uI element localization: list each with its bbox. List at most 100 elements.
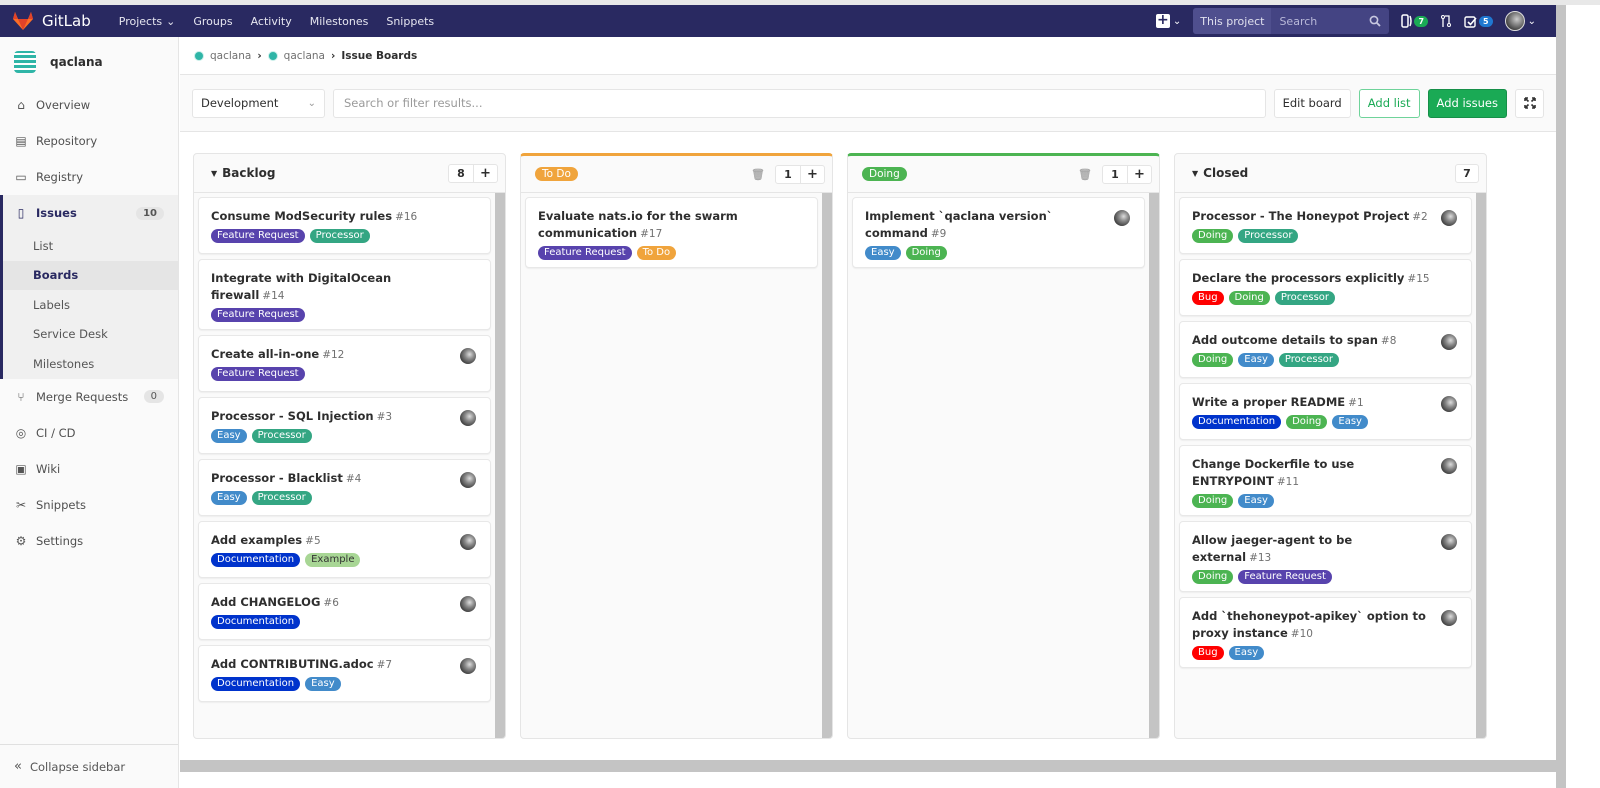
label-feature-request[interactable]: Feature Request — [211, 367, 305, 381]
label-processor[interactable]: Processor — [1238, 229, 1299, 243]
nav-groups[interactable]: Groups — [193, 15, 232, 28]
user-menu[interactable]: ⌄ — [1504, 11, 1536, 31]
assignee-avatar[interactable] — [1441, 210, 1457, 226]
issue-card[interactable]: Change Dockerfile to use ENTRYPOINT #11 Do… — [1179, 445, 1472, 516]
add-issue-plus-icon[interactable]: + — [800, 165, 824, 183]
issue-card[interactable]: Write a proper README #1 Documentation Doin… — [1179, 383, 1472, 440]
assignee-avatar[interactable] — [1441, 396, 1457, 412]
assignee-avatar[interactable] — [1441, 534, 1457, 550]
filter-search-input[interactable]: Search or filter results... — [333, 88, 1266, 118]
sidebar-project[interactable]: qaclana — [0, 37, 178, 87]
sidebar-sub-list[interactable]: List — [3, 231, 178, 261]
board-selector[interactable]: Development ⌄ — [192, 88, 325, 118]
assignee-avatar[interactable] — [460, 534, 476, 550]
caret-down-icon[interactable]: ▼ — [1192, 169, 1198, 178]
issues-shortcut[interactable]: 7 — [1401, 14, 1429, 28]
sidebar-item-issues[interactable]: ▯ Issues 10 — [3, 195, 178, 231]
label-documentation[interactable]: Documentation — [211, 553, 301, 567]
assignee-avatar[interactable] — [1441, 610, 1457, 626]
list-header[interactable]: ▼ Closed 7 — [1175, 154, 1486, 193]
label-feature-request[interactable]: Feature Request — [1238, 570, 1332, 584]
label-feature-request[interactable]: Feature Request — [538, 246, 632, 260]
label-easy[interactable]: Easy — [1332, 415, 1368, 429]
issue-title[interactable]: Change Dockerfile to use ENTRYPOINT — [1192, 457, 1354, 488]
issue-title[interactable]: Add examples — [211, 533, 302, 547]
label-documentation[interactable]: Documentation — [1192, 415, 1282, 429]
issue-card[interactable]: Create all-in-one #12 Feature Request — [198, 335, 491, 392]
list-header[interactable]: Doing 🗑 1 + — [848, 156, 1159, 193]
label-doing[interactable]: Doing — [905, 246, 947, 260]
label-easy[interactable]: Easy — [865, 246, 901, 260]
sidebar-sub-service-desk[interactable]: Service Desk — [3, 320, 178, 350]
nav-milestones[interactable]: Milestones — [310, 15, 369, 28]
assignee-avatar[interactable] — [460, 410, 476, 426]
assignee-avatar[interactable] — [1441, 458, 1457, 474]
issue-title[interactable]: Consume ModSecurity rules — [211, 209, 392, 223]
fullscreen-button[interactable] — [1515, 88, 1544, 118]
issue-card[interactable]: Consume ModSecurity rules #16 Feature Requ… — [198, 197, 491, 254]
label-processor[interactable]: Processor — [1278, 353, 1340, 367]
label-processor[interactable]: Processor — [251, 491, 312, 505]
issue-card[interactable]: Integrate with DigitalOcean firewall #14 F… — [198, 259, 491, 330]
search-box[interactable]: This project Search — [1193, 8, 1390, 34]
label-easy[interactable]: Easy — [211, 491, 247, 505]
label-doing[interactable]: Doing — [1286, 415, 1328, 429]
label-easy[interactable]: Easy — [1238, 494, 1274, 508]
sidebar-sub-milestones[interactable]: Milestones — [3, 349, 178, 379]
list-header[interactable]: To Do 🗑 1 + — [521, 156, 832, 193]
issue-title[interactable]: Integrate with DigitalOcean firewall — [211, 271, 391, 302]
assignee-avatar[interactable] — [460, 658, 476, 674]
issue-title[interactable]: Declare the processors explicitly — [1192, 271, 1404, 285]
add-issue-plus-icon[interactable]: + — [473, 164, 497, 182]
assignee-avatar[interactable] — [1114, 210, 1130, 226]
label-bug[interactable]: Bug — [1192, 646, 1224, 660]
trash-icon[interactable]: 🗑 — [1078, 168, 1092, 181]
label-easy[interactable]: Easy — [1228, 646, 1265, 660]
sidebar-sub-labels[interactable]: Labels — [3, 290, 178, 320]
issue-card[interactable]: Add CHANGELOG #6 Documentation — [198, 583, 491, 640]
nav-projects[interactable]: Projects ⌄ — [119, 15, 176, 28]
new-item-dropdown[interactable]: + ⌄ — [1155, 13, 1181, 28]
issue-card[interactable]: Add `thehoneypot-apikey` option to proxy… — [1179, 597, 1472, 668]
label-easy[interactable]: Easy — [1238, 353, 1274, 367]
assignee-avatar[interactable] — [460, 472, 476, 488]
label-easy[interactable]: Easy — [211, 429, 247, 443]
assignee-avatar[interactable] — [460, 596, 476, 612]
list-header[interactable]: ▼ Backlog 8 + — [194, 154, 505, 193]
list-scrollbar[interactable] — [1476, 193, 1486, 738]
sidebar-item-wiki[interactable]: ▣ Wiki — [0, 451, 178, 487]
label-doing[interactable]: Doing — [1192, 570, 1234, 584]
issue-title[interactable]: Create all-in-one — [211, 347, 319, 361]
issue-title[interactable]: Add outcome details to span — [1192, 333, 1378, 347]
label-doing[interactable]: Doing — [1228, 291, 1270, 305]
issue-card[interactable]: Add outcome details to span #8 Doing Easy Pr… — [1179, 321, 1472, 378]
issue-card[interactable]: Processor - SQL Injection #3 Easy Processor — [198, 397, 491, 454]
list-scrollbar[interactable] — [1149, 193, 1159, 738]
search-input[interactable]: Search — [1271, 8, 1389, 34]
breadcrumb-item[interactable]: qaclana — [284, 50, 325, 62]
label-processor[interactable]: Processor — [309, 229, 370, 243]
sidebar-item-overview[interactable]: ⌂ Overview — [0, 87, 178, 123]
todos-shortcut[interactable]: 5 — [1464, 15, 1493, 28]
issue-card[interactable]: Implement `qaclana version` command #9 Eas… — [852, 197, 1145, 268]
label-documentation[interactable]: Documentation — [211, 615, 301, 629]
sidebar-item-registry[interactable]: ▭ Registry — [0, 159, 178, 195]
issue-card[interactable]: Evaluate nats.io for the swarm communica… — [525, 197, 818, 268]
edit-board-button[interactable]: Edit board — [1273, 88, 1351, 118]
breadcrumb-item[interactable]: qaclana — [210, 50, 251, 62]
label-feature-request[interactable]: Feature Request — [211, 308, 305, 322]
add-issues-button[interactable]: Add issues — [1427, 88, 1507, 118]
page-vertical-scrollbar[interactable] — [1556, 5, 1600, 788]
label-documentation[interactable]: Documentation — [211, 677, 301, 691]
label-example[interactable]: Example — [305, 553, 361, 567]
sidebar-item-repository[interactable]: ▤ Repository — [0, 123, 178, 159]
search-scope[interactable]: This project — [1193, 8, 1272, 34]
issue-card[interactable]: Allow jaeger-agent to be external #13 Doin… — [1179, 521, 1472, 592]
label-to-do[interactable]: To Do — [636, 246, 677, 260]
sidebar-item-ci-cd[interactable]: ◎ CI / CD — [0, 415, 178, 451]
label-feature-request[interactable]: Feature Request — [211, 229, 305, 243]
issue-title[interactable]: Processor - Blacklist — [211, 471, 343, 485]
list-scrollbar[interactable] — [495, 193, 505, 738]
issue-card[interactable]: Declare the processors explicitly #15 Bug D… — [1179, 259, 1472, 316]
issue-title[interactable]: Add CONTRIBUTING.adoc — [211, 657, 374, 671]
